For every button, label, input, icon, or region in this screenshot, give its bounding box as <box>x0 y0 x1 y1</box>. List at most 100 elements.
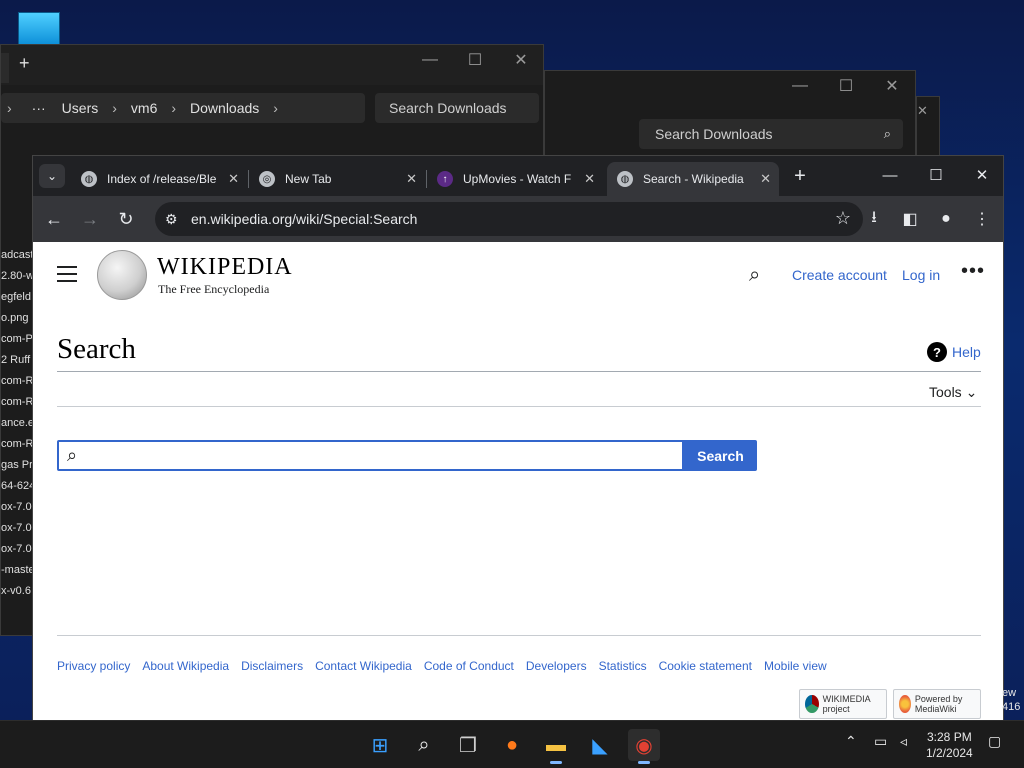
side-panel-icon[interactable]: ◧ <box>897 206 923 232</box>
breadcrumb-vm6[interactable]: vm6 <box>123 100 165 116</box>
vscode-icon[interactable]: ◣ <box>584 729 616 761</box>
footer-link-disclaimers[interactable]: Disclaimers <box>241 659 303 673</box>
footer-link-privacy[interactable]: Privacy policy <box>57 659 130 673</box>
close-icon[interactable]: ✕ <box>406 171 417 187</box>
list-item[interactable]: ox-7.0. <box>1 539 35 560</box>
site-info-icon[interactable]: ⚙ <box>165 211 187 228</box>
help-link[interactable]: Help <box>952 344 981 360</box>
list-item[interactable]: 2.80-w <box>1 266 35 287</box>
list-item[interactable]: com-R <box>1 371 35 392</box>
mediawiki-badge[interactable]: Powered by MediaWiki <box>893 689 981 719</box>
tab-search-button[interactable]: ⌄ <box>39 164 65 188</box>
create-account-link[interactable]: Create account <box>792 267 887 283</box>
tab-new-tab[interactable]: ◎ New Tab ✕ <box>249 162 425 196</box>
footer-link-mobile[interactable]: Mobile view <box>764 659 827 673</box>
task-view-icon[interactable]: ❐ <box>452 729 484 761</box>
minimize-icon[interactable]: — <box>777 71 823 101</box>
list-item[interactable]: com-P <box>1 329 35 350</box>
search-placeholder: Search Downloads <box>655 126 773 142</box>
list-item[interactable]: egfeld <box>1 287 35 308</box>
footer-link-conduct[interactable]: Code of Conduct <box>424 659 514 673</box>
maximize-icon[interactable]: ☐ <box>452 45 498 75</box>
bookmark-star-icon[interactable]: ☆ <box>835 208 851 229</box>
list-item[interactable]: -maste <box>1 560 35 581</box>
maximize-icon[interactable]: ☐ <box>913 156 959 194</box>
tab-title: UpMovies - Watch F <box>463 172 572 186</box>
start-icon[interactable]: ⊞ <box>364 729 396 761</box>
address-bar[interactable]: ⚙ en.wikipedia.org/wiki/Special:Search ☆ <box>155 202 863 236</box>
wordmark[interactable]: WIKIPEDIA <box>157 254 293 281</box>
minimize-icon[interactable]: — <box>867 156 913 194</box>
menu-icon[interactable]: ⋮ <box>969 206 995 232</box>
main-menu-icon[interactable] <box>57 266 77 282</box>
maximize-icon[interactable]: ☐ <box>823 71 869 101</box>
tab-index-release[interactable]: ◍ Index of /release/Ble ✕ <box>71 162 247 196</box>
reload-icon[interactable]: ↻ <box>113 206 139 232</box>
desktop-icon[interactable] <box>18 12 60 46</box>
url-text[interactable]: en.wikipedia.org/wiki/Special:Search <box>191 211 417 227</box>
more-icon[interactable]: ··· <box>18 100 54 116</box>
breadcrumb-users[interactable]: Users <box>54 100 107 116</box>
chevron-up-icon[interactable]: ⌃ <box>845 733 857 750</box>
close-icon[interactable]: ✕ <box>584 171 595 187</box>
list-item[interactable]: ox-7.0. <box>1 497 35 518</box>
help-icon[interactable]: ? <box>927 342 947 362</box>
log-in-link[interactable]: Log in <box>902 267 940 283</box>
search-icon[interactable]: ⌕ <box>749 264 760 287</box>
close-icon[interactable]: ✕ <box>498 45 544 75</box>
search-icon[interactable]: ⌕ <box>408 729 440 761</box>
footer-link-contact[interactable]: Contact Wikipedia <box>315 659 412 673</box>
list-item[interactable]: gas Pro <box>1 455 35 476</box>
minimize-icon[interactable]: — <box>407 45 453 75</box>
list-item[interactable]: ance.e <box>1 413 35 434</box>
chrome-icon[interactable]: ◉ <box>628 729 660 764</box>
download-icon[interactable]: ⭳ <box>861 206 887 232</box>
search-input[interactable]: Search Downloads <box>375 93 539 123</box>
close-icon[interactable]: ✕ <box>228 171 239 187</box>
clock[interactable]: 3:28 PM 1/2/2024 <box>926 729 973 761</box>
footer-link-developers[interactable]: Developers <box>526 659 587 673</box>
network-icon[interactable]: ▭ <box>874 733 887 750</box>
wikipedia-logo[interactable] <box>97 250 147 300</box>
footer-link-cookie[interactable]: Cookie statement <box>659 659 752 673</box>
list-item[interactable]: com-R <box>1 392 35 413</box>
list-item[interactable]: com-R <box>1 434 35 455</box>
footer-link-about[interactable]: About Wikipedia <box>142 659 229 673</box>
close-icon[interactable]: ✕ <box>869 71 915 101</box>
forward-icon[interactable]: → <box>77 206 103 232</box>
list-item[interactable]: ox-7.0. <box>1 518 35 539</box>
list-item[interactable]: 64-624 <box>1 476 35 497</box>
footer-link-statistics[interactable]: Statistics <box>599 659 647 673</box>
tab-search-wikipedia[interactable]: ◍ Search - Wikipedia ✕ <box>607 162 779 196</box>
firefox-icon[interactable]: ● <box>496 729 528 761</box>
close-icon[interactable]: ✕ <box>959 156 1005 194</box>
notification-icon[interactable]: ▢ <box>988 733 1001 750</box>
footer-links: Privacy policy About Wikipedia Disclaime… <box>57 659 827 673</box>
back-icon[interactable]: ← <box>41 206 67 232</box>
chevron-right-icon: › <box>7 100 12 116</box>
list-item[interactable]: o.png <box>1 308 35 329</box>
close-icon[interactable]: ✕ <box>760 171 771 187</box>
search-input[interactable]: Search Downloads ⌕ <box>639 119 903 149</box>
edge-text-line: 416 <box>1002 701 1021 713</box>
address-bar[interactable]: › ··· Users › vm6 › Downloads › <box>1 93 365 123</box>
list-item[interactable]: adcast <box>1 245 35 266</box>
tools-dropdown[interactable]: Tools ⌄ <box>929 384 977 401</box>
list-item[interactable]: 2 Ruff <box>1 350 35 371</box>
new-tab-button[interactable]: + <box>788 164 812 188</box>
upmovies-icon: ↑ <box>437 171 453 187</box>
tab-upmovies[interactable]: ↑ UpMovies - Watch F ✕ <box>427 162 603 196</box>
close-icon[interactable]: ✕ <box>917 103 928 119</box>
tab-title: New Tab <box>285 172 332 186</box>
more-options-icon[interactable]: ••• <box>961 260 985 283</box>
search-button[interactable]: Search <box>684 440 757 471</box>
browser-toolbar: ← → ↻ ⚙ en.wikipedia.org/wiki/Special:Se… <box>33 196 1003 242</box>
volume-icon[interactable]: ◃ <box>900 733 907 750</box>
wikimedia-badge[interactable]: WIKIMEDIA project <box>799 689 887 719</box>
search-input[interactable]: ⌕ <box>57 440 684 471</box>
list-item[interactable]: x-v0.6 <box>1 581 35 602</box>
breadcrumb-downloads[interactable]: Downloads <box>182 100 267 116</box>
file-explorer-icon[interactable]: ▬ <box>540 729 572 764</box>
profile-icon[interactable]: ● <box>933 206 959 232</box>
new-tab-button[interactable]: + <box>19 53 30 74</box>
